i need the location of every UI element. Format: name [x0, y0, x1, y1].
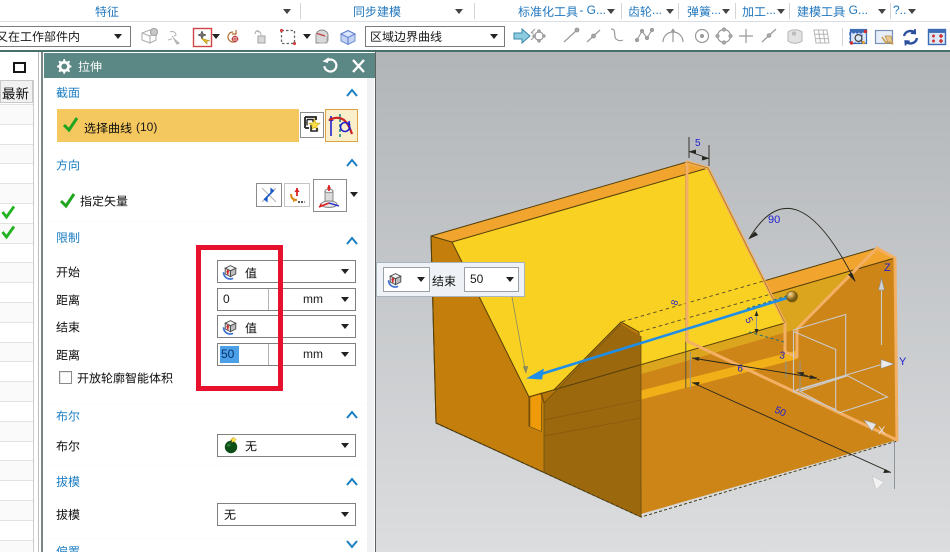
svg-text:5: 5	[695, 138, 701, 149]
svg-text:Z: Z	[884, 262, 891, 274]
svg-text:Y: Y	[899, 356, 907, 368]
svg-text:90: 90	[768, 214, 780, 226]
svg-text:X: X	[878, 425, 886, 437]
